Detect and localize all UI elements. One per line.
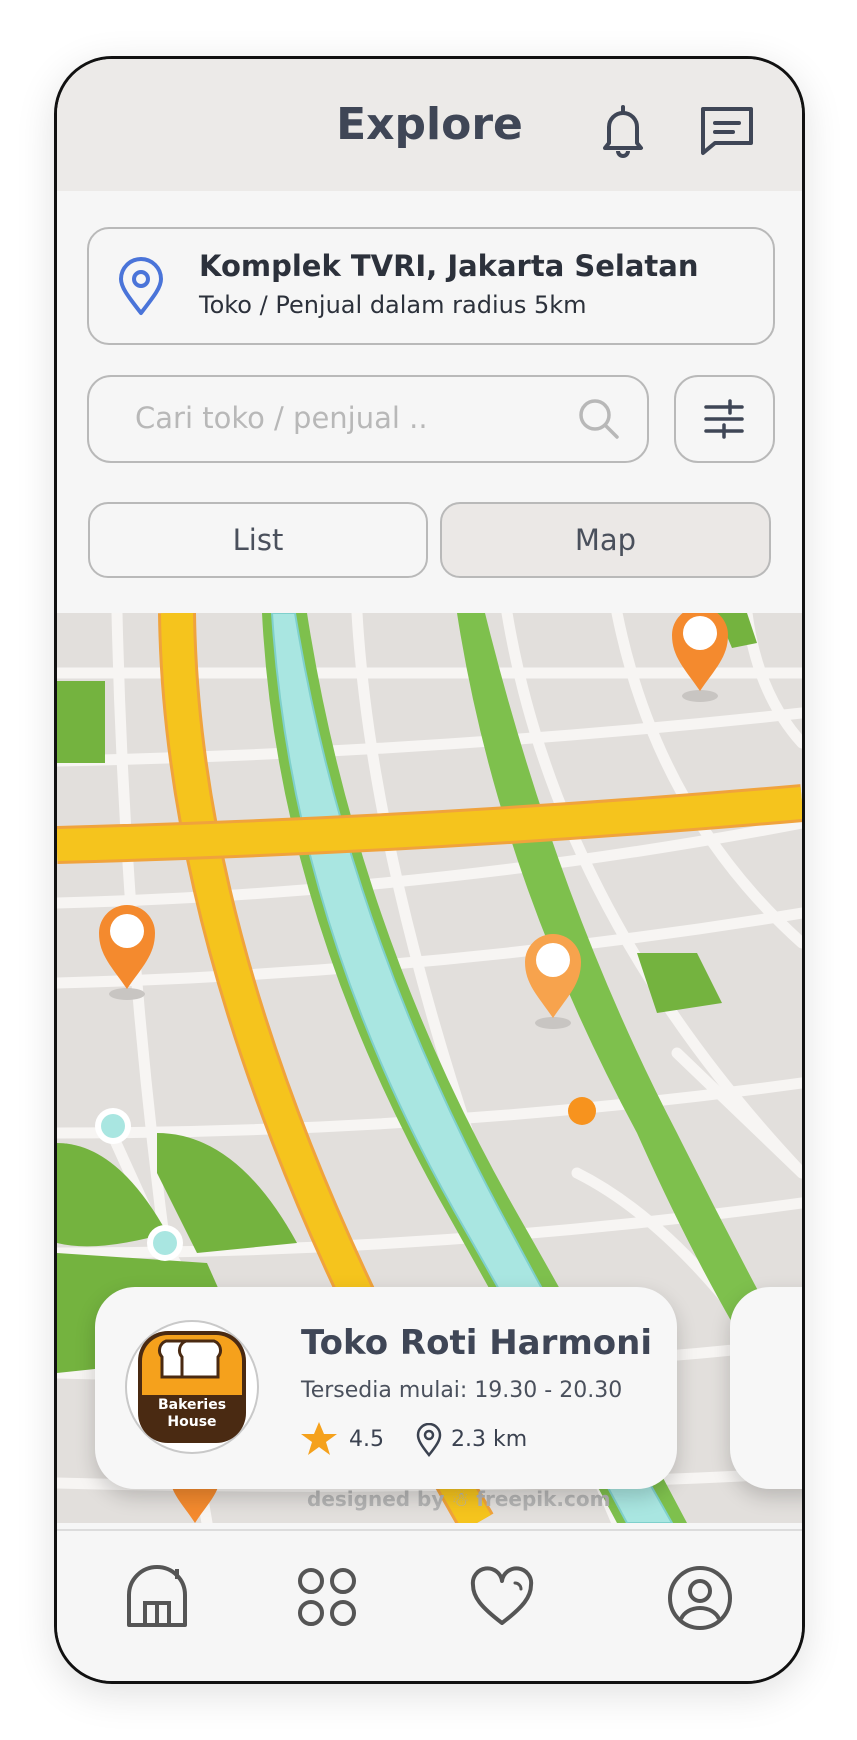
search-input[interactable] — [133, 397, 557, 439]
sliders-icon — [704, 399, 744, 439]
app-header: Explore — [57, 59, 802, 191]
categories-icon[interactable] — [295, 1565, 359, 1633]
location-title: Komplek TVRI, Jakarta Selatan — [199, 249, 699, 283]
home-icon[interactable] — [125, 1565, 189, 1633]
store-logo: Bakeries House — [124, 1319, 260, 1459]
profile-icon[interactable] — [667, 1565, 733, 1635]
location-subtitle: Toko / Penjual dalam radius 5km — [199, 291, 587, 319]
message-icon[interactable] — [697, 99, 757, 159]
logo-text-line2: House — [167, 1414, 216, 1430]
tab-list[interactable]: List — [88, 502, 428, 578]
store-availability: Tersedia mulai: 19.30 - 20.30 — [301, 1378, 623, 1403]
star-icon — [299, 1421, 339, 1461]
favorites-icon[interactable] — [469, 1565, 535, 1633]
filter-button[interactable] — [674, 375, 775, 463]
search-icon[interactable] — [577, 397, 621, 445]
logo-text-line1: Bakeries — [158, 1397, 226, 1413]
distance-pin-icon — [415, 1422, 443, 1461]
location-card[interactable]: Komplek TVRI, Jakarta Selatan Toko / Pen… — [87, 227, 775, 345]
store-name: Toko Roti Harmoni — [301, 1323, 653, 1363]
store-card[interactable]: Bakeries House Toko Roti Harmoni Tersedi… — [95, 1287, 677, 1489]
search-box[interactable] — [87, 375, 649, 463]
tab-map[interactable]: Map — [440, 502, 771, 578]
bottom-nav — [57, 1529, 802, 1681]
location-pin-icon — [117, 257, 165, 321]
page-title: Explore — [336, 99, 523, 150]
map-credit: designed by ☃ freepik.com — [307, 1487, 611, 1511]
phone-frame: Explore Komplek TVRI, Jakarta Selatan To… — [54, 56, 805, 1684]
store-distance: 2.3 km — [451, 1427, 528, 1452]
store-rating: 4.5 — [349, 1427, 384, 1452]
store-card-next[interactable] — [730, 1287, 802, 1489]
bell-icon[interactable] — [593, 99, 653, 159]
